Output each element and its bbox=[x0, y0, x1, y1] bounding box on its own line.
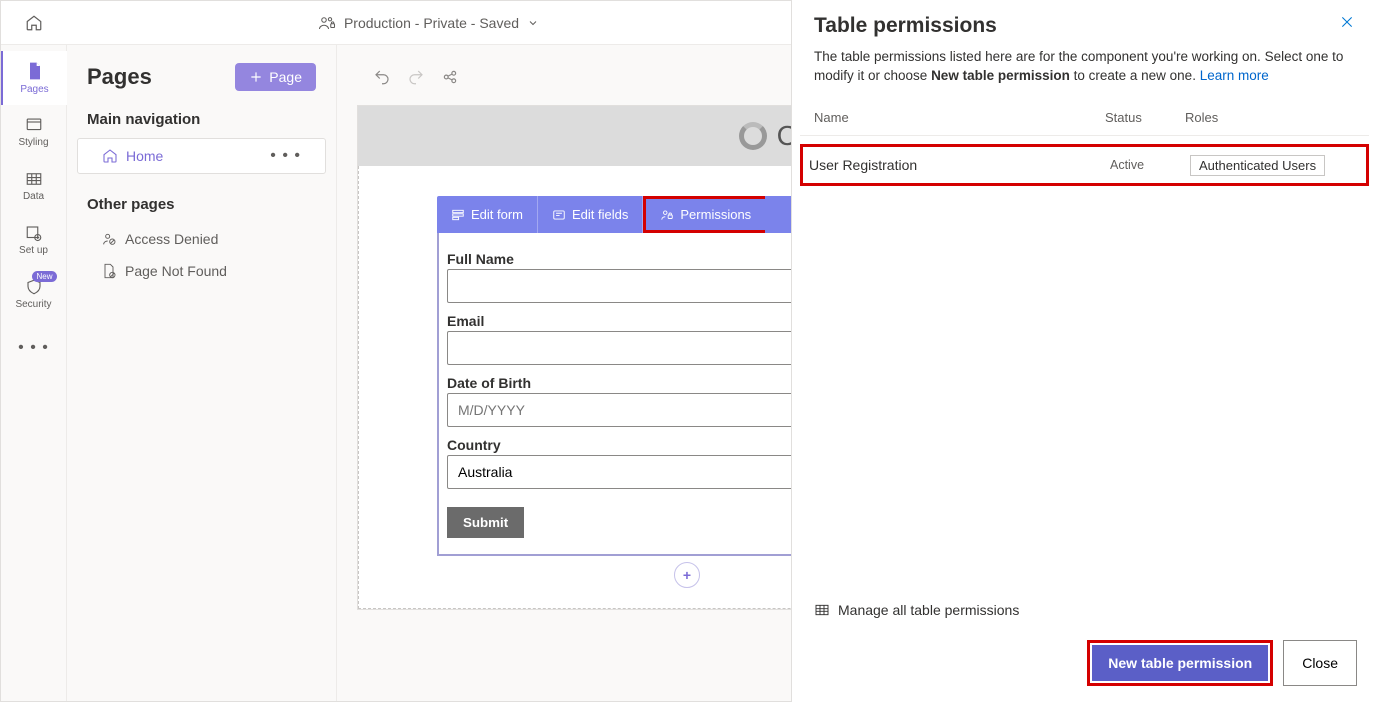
rail-pages[interactable]: Pages bbox=[1, 51, 67, 105]
undo-icon bbox=[373, 68, 391, 86]
new-table-permission-button[interactable]: New table permission bbox=[1092, 645, 1268, 681]
edit-form-button[interactable]: Edit form bbox=[437, 196, 538, 233]
row-role: Authenticated Users bbox=[1190, 155, 1325, 176]
rail-data[interactable]: Data bbox=[1, 159, 67, 213]
rail-label: Security bbox=[15, 299, 51, 310]
new-badge: New bbox=[32, 271, 56, 282]
table-permissions-panel: Table permissions The table permissions … bbox=[791, 0, 1377, 702]
nav-item-label: Page Not Found bbox=[125, 263, 227, 279]
home-button[interactable] bbox=[1, 1, 67, 44]
nav-home[interactable]: Home • • • bbox=[77, 138, 326, 174]
row-status: Active bbox=[1110, 158, 1190, 172]
edit-form-label: Edit form bbox=[471, 207, 523, 222]
chevron-down-icon[interactable] bbox=[527, 17, 539, 29]
permission-row[interactable]: User Registration Active Authenticated U… bbox=[800, 144, 1369, 186]
undo-button[interactable] bbox=[373, 68, 391, 86]
left-rail: Pages Styling Data Set up New Security •… bbox=[1, 45, 67, 701]
plus-icon bbox=[249, 70, 263, 84]
setup-icon bbox=[25, 224, 43, 242]
people-lock-icon bbox=[318, 14, 336, 32]
data-icon bbox=[25, 170, 43, 188]
rail-label: Data bbox=[23, 191, 44, 202]
rail-security[interactable]: New Security bbox=[1, 267, 67, 321]
edit-fields-label: Edit fields bbox=[572, 207, 628, 222]
close-icon bbox=[1339, 14, 1355, 30]
close-button[interactable]: Close bbox=[1283, 640, 1357, 686]
pages-panel: Pages Page Main navigation Home • • • Ot… bbox=[67, 45, 337, 701]
form-icon bbox=[451, 208, 465, 222]
panel-title: Table permissions bbox=[814, 14, 997, 38]
fields-icon bbox=[552, 208, 566, 222]
nav-home-label: Home bbox=[126, 148, 163, 164]
environment-label[interactable]: Production - Private - Saved bbox=[344, 15, 519, 31]
highlight-box: New table permission bbox=[1087, 640, 1273, 686]
col-name: Name bbox=[814, 110, 1105, 125]
page-missing-icon bbox=[101, 263, 117, 279]
add-page-label: Page bbox=[269, 69, 302, 85]
permissions-label: Permissions bbox=[680, 207, 751, 222]
col-roles: Roles bbox=[1185, 110, 1355, 125]
rail-more[interactable]: • • • bbox=[1, 321, 67, 375]
rail-styling[interactable]: Styling bbox=[1, 105, 67, 159]
link-button[interactable] bbox=[441, 68, 459, 86]
redo-icon bbox=[407, 68, 425, 86]
styling-icon bbox=[25, 116, 43, 134]
add-page-button[interactable]: Page bbox=[235, 63, 316, 91]
add-section-button[interactable]: + bbox=[674, 562, 700, 588]
other-pages-heading: Other pages bbox=[77, 188, 326, 223]
permissions-icon bbox=[660, 208, 674, 222]
permissions-button[interactable]: Permissions bbox=[643, 196, 765, 233]
edit-fields-button[interactable]: Edit fields bbox=[538, 196, 643, 233]
home-icon bbox=[102, 148, 118, 164]
ellipsis-icon[interactable]: • • • bbox=[270, 147, 301, 165]
close-panel-button[interactable] bbox=[1339, 14, 1355, 30]
page-icon bbox=[25, 61, 45, 81]
learn-more-link[interactable]: Learn more bbox=[1200, 68, 1269, 83]
manage-all-link[interactable]: Manage all table permissions bbox=[792, 592, 1377, 628]
rail-setup[interactable]: Set up bbox=[1, 213, 67, 267]
main-nav-heading: Main navigation bbox=[77, 103, 326, 138]
panel-description: The table permissions listed here are fo… bbox=[792, 42, 1377, 100]
home-icon bbox=[25, 14, 43, 32]
logo-icon bbox=[739, 122, 767, 150]
rail-label: Pages bbox=[20, 84, 48, 95]
panel-footer: New table permission Close bbox=[792, 628, 1377, 702]
nav-access-denied[interactable]: Access Denied bbox=[77, 223, 326, 255]
table-icon bbox=[814, 602, 830, 618]
row-name: User Registration bbox=[809, 157, 1110, 173]
rail-label: Set up bbox=[19, 245, 48, 256]
redo-button[interactable] bbox=[407, 68, 425, 86]
col-status: Status bbox=[1105, 110, 1185, 125]
ellipsis-icon: • • • bbox=[18, 339, 49, 357]
person-denied-icon bbox=[101, 231, 117, 247]
rail-label: Styling bbox=[18, 137, 48, 148]
link-icon bbox=[441, 68, 459, 86]
nav-page-not-found[interactable]: Page Not Found bbox=[77, 255, 326, 287]
submit-button[interactable]: Submit bbox=[447, 507, 524, 538]
pages-title: Pages bbox=[87, 64, 152, 90]
nav-item-label: Access Denied bbox=[125, 231, 218, 247]
table-header: Name Status Roles bbox=[800, 100, 1369, 136]
